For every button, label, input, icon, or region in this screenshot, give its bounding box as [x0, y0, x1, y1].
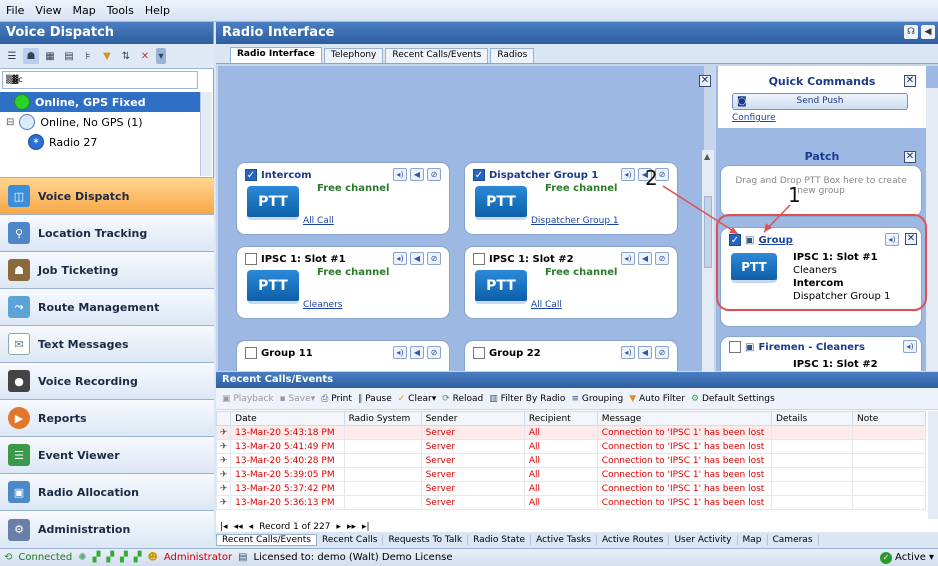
connected-status: Connected	[18, 552, 73, 563]
network-icon-4: ▞	[133, 552, 142, 563]
annotation-number-1: 1	[788, 183, 801, 207]
license-icon: ▤	[238, 552, 248, 563]
annotation-number-2: 2	[645, 166, 658, 190]
arrow-2-head	[729, 227, 738, 234]
status-bar: ⟲ Connected ✺ ▞ ▞ ▞ ▞ ☻ Administrator ▤ …	[0, 548, 938, 566]
license-text: Licensed to: demo (Walt) Demo License	[253, 552, 453, 563]
user-icon: ☻	[147, 552, 158, 563]
user-name: Administrator	[163, 552, 233, 563]
active-status-button[interactable]: ✓ Active ▾	[880, 551, 934, 564]
network-icon-1: ▞	[92, 552, 101, 563]
radio-system-icon: ✺	[78, 552, 87, 563]
network-icon-3: ▞	[120, 552, 128, 563]
annotation-overlay	[662, 185, 927, 311]
arrow-2-line	[662, 185, 739, 235]
network-icon-2: ▞	[106, 552, 115, 563]
active-status-label: Active	[895, 552, 926, 563]
check-circle-icon: ✓	[880, 551, 893, 564]
connected-icon: ⟲	[4, 552, 13, 563]
highlight-ring	[716, 214, 927, 311]
